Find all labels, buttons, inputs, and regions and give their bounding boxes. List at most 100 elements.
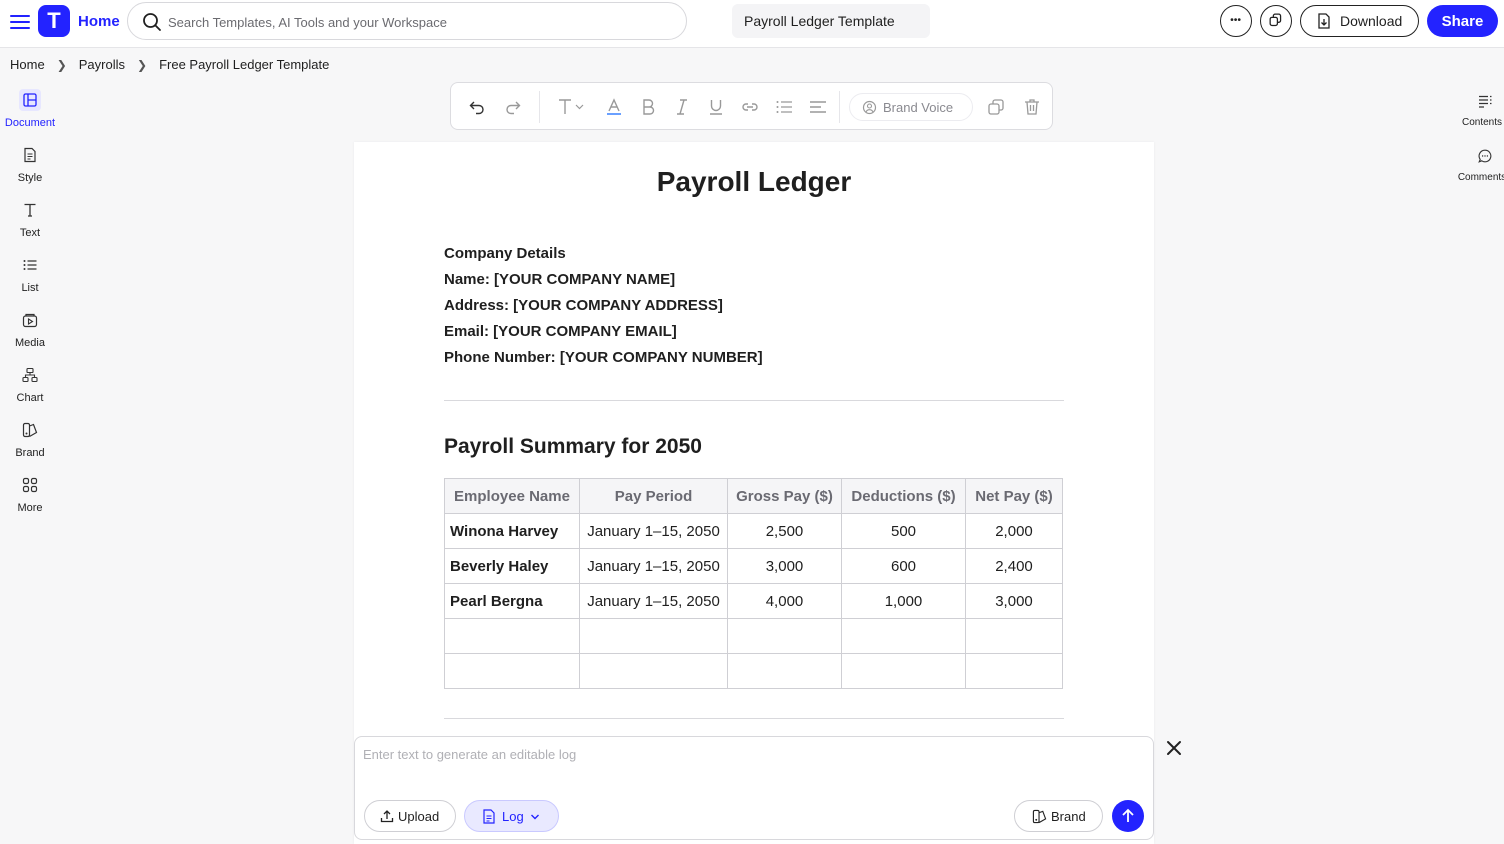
log-type-dropdown[interactable]: Log: [464, 800, 559, 832]
payroll-table[interactable]: Employee Name Pay Period Gross Pay ($) D…: [444, 478, 1063, 689]
toolbar-divider: [539, 91, 540, 123]
table-cell[interactable]: [841, 653, 966, 689]
table-cell[interactable]: Winona Harvey: [444, 513, 580, 549]
table-cell[interactable]: 3,000: [727, 548, 842, 584]
sidebar-item-label: More: [17, 502, 43, 514]
breadcrumb-payrolls[interactable]: Payrolls: [79, 57, 125, 72]
company-phone-line: Phone Number: [YOUR COMPANY NUMBER]: [444, 349, 763, 366]
table-cell[interactable]: [841, 618, 966, 654]
upload-button[interactable]: Upload: [364, 800, 456, 832]
app-logo[interactable]: T: [38, 5, 70, 37]
text-color-button[interactable]: [602, 95, 626, 119]
redo-button[interactable]: [501, 95, 525, 119]
search-input[interactable]: [168, 12, 668, 32]
menu-icon[interactable]: [10, 12, 30, 32]
table-cell[interactable]: [965, 618, 1063, 654]
column-header: Deductions ($): [841, 478, 966, 514]
sidebar-item-chart[interactable]: Chart: [0, 363, 60, 413]
table-cell[interactable]: [579, 618, 728, 654]
more-options-button[interactable]: [1220, 5, 1252, 37]
contents-icon: [1479, 95, 1492, 108]
italic-button[interactable]: [670, 95, 694, 119]
contents-panel-button[interactable]: Contents: [1456, 88, 1504, 128]
text-icon: [24, 203, 36, 217]
document-heading[interactable]: Payroll Ledger: [354, 166, 1154, 198]
summary-heading[interactable]: Payroll Summary for 2050: [444, 435, 702, 459]
sidebar-item-text[interactable]: Text: [0, 198, 60, 248]
style-icon: [24, 147, 36, 163]
column-header: Net Pay ($): [965, 478, 1063, 514]
send-button[interactable]: [1112, 800, 1144, 832]
bullet-list-icon: [776, 101, 792, 113]
brand-voice-button[interactable]: Brand Voice: [849, 93, 973, 121]
download-label: Download: [1340, 13, 1403, 29]
table-cell[interactable]: Beverly Haley: [444, 548, 580, 584]
align-button[interactable]: [806, 95, 830, 119]
download-button[interactable]: Download: [1300, 5, 1419, 37]
sidebar-item-brand[interactable]: Brand: [0, 418, 60, 468]
table-cell[interactable]: 2,400: [965, 548, 1063, 584]
company-address-line: Address: [YOUR COMPANY ADDRESS]: [444, 297, 723, 314]
duplicate-button[interactable]: [1260, 5, 1292, 37]
table-cell[interactable]: [444, 653, 580, 689]
company-details[interactable]: Company Details Name: [YOUR COMPANY NAME…: [444, 241, 763, 371]
upload-icon: [380, 810, 394, 823]
comments-panel-button[interactable]: Comments: [1456, 143, 1504, 183]
sidebar-item-more[interactable]: More: [0, 473, 60, 523]
share-button[interactable]: Share: [1427, 5, 1498, 37]
duplicate-block-button[interactable]: [984, 95, 1008, 119]
redo-icon: [506, 101, 521, 115]
table-cell[interactable]: January 1–15, 2050: [579, 548, 728, 584]
table-cell[interactable]: [965, 653, 1063, 689]
log-label: Log: [502, 809, 524, 824]
home-link[interactable]: Home: [78, 13, 120, 30]
table-cell[interactable]: 2,500: [727, 513, 842, 549]
bold-icon: [643, 99, 655, 115]
table-cell[interactable]: January 1–15, 2050: [579, 513, 728, 549]
brand-icon: [22, 422, 38, 438]
link-button[interactable]: [738, 95, 762, 119]
formatting-toolbar: Brand Voice: [450, 82, 1053, 130]
document-title-field[interactable]: Payroll Ledger Template: [732, 4, 930, 38]
table-cell[interactable]: January 1–15, 2050: [579, 583, 728, 619]
text-size-icon: [559, 99, 584, 114]
table-cell[interactable]: Pearl Bergna: [444, 583, 580, 619]
ellipsis-icon: [1230, 18, 1241, 21]
sidebar-item-style[interactable]: Style: [0, 143, 60, 193]
brand-voice-label: Brand Voice: [883, 100, 954, 115]
top-bar: T Home Payroll Ledger Template Download …: [0, 0, 1504, 48]
sidebar-item-label: Media: [15, 337, 45, 349]
table-cell[interactable]: 4,000: [727, 583, 842, 619]
close-icon[interactable]: [1164, 738, 1184, 758]
table-cell[interactable]: 600: [841, 548, 966, 584]
table-cell[interactable]: [579, 653, 728, 689]
brand-label: Brand: [1051, 809, 1086, 824]
table-cell[interactable]: 2,000: [965, 513, 1063, 549]
text-color-icon: [607, 98, 621, 115]
section-divider: [444, 400, 1064, 401]
delete-block-button[interactable]: [1020, 95, 1044, 119]
table-cell[interactable]: [444, 618, 580, 654]
breadcrumb-home[interactable]: Home: [10, 57, 45, 72]
table-cell[interactable]: [727, 618, 842, 654]
italic-icon: [677, 99, 687, 115]
table-cell[interactable]: [727, 653, 842, 689]
sidebar-item-label: Text: [19, 227, 41, 239]
underline-button[interactable]: [704, 95, 728, 119]
media-icon: [22, 313, 38, 328]
bullet-list-button[interactable]: [772, 95, 796, 119]
table-cell[interactable]: 1,000: [841, 583, 966, 619]
undo-button[interactable]: [465, 95, 489, 119]
sidebar-item-list[interactable]: List: [0, 253, 60, 303]
table-cell[interactable]: 500: [841, 513, 966, 549]
table-cell[interactable]: 3,000: [965, 583, 1063, 619]
sidebar-item-media[interactable]: Media: [0, 308, 60, 358]
text-style-dropdown[interactable]: [555, 95, 589, 119]
brand-button[interactable]: Brand: [1014, 800, 1103, 832]
prompt-input[interactable]: [363, 747, 1143, 787]
brand-voice-icon: [862, 100, 877, 115]
bold-button[interactable]: [636, 95, 660, 119]
sidebar-item-label: Document: [4, 117, 56, 129]
sidebar-item-document[interactable]: Document: [0, 88, 60, 138]
chevron-down-icon: [531, 814, 539, 820]
